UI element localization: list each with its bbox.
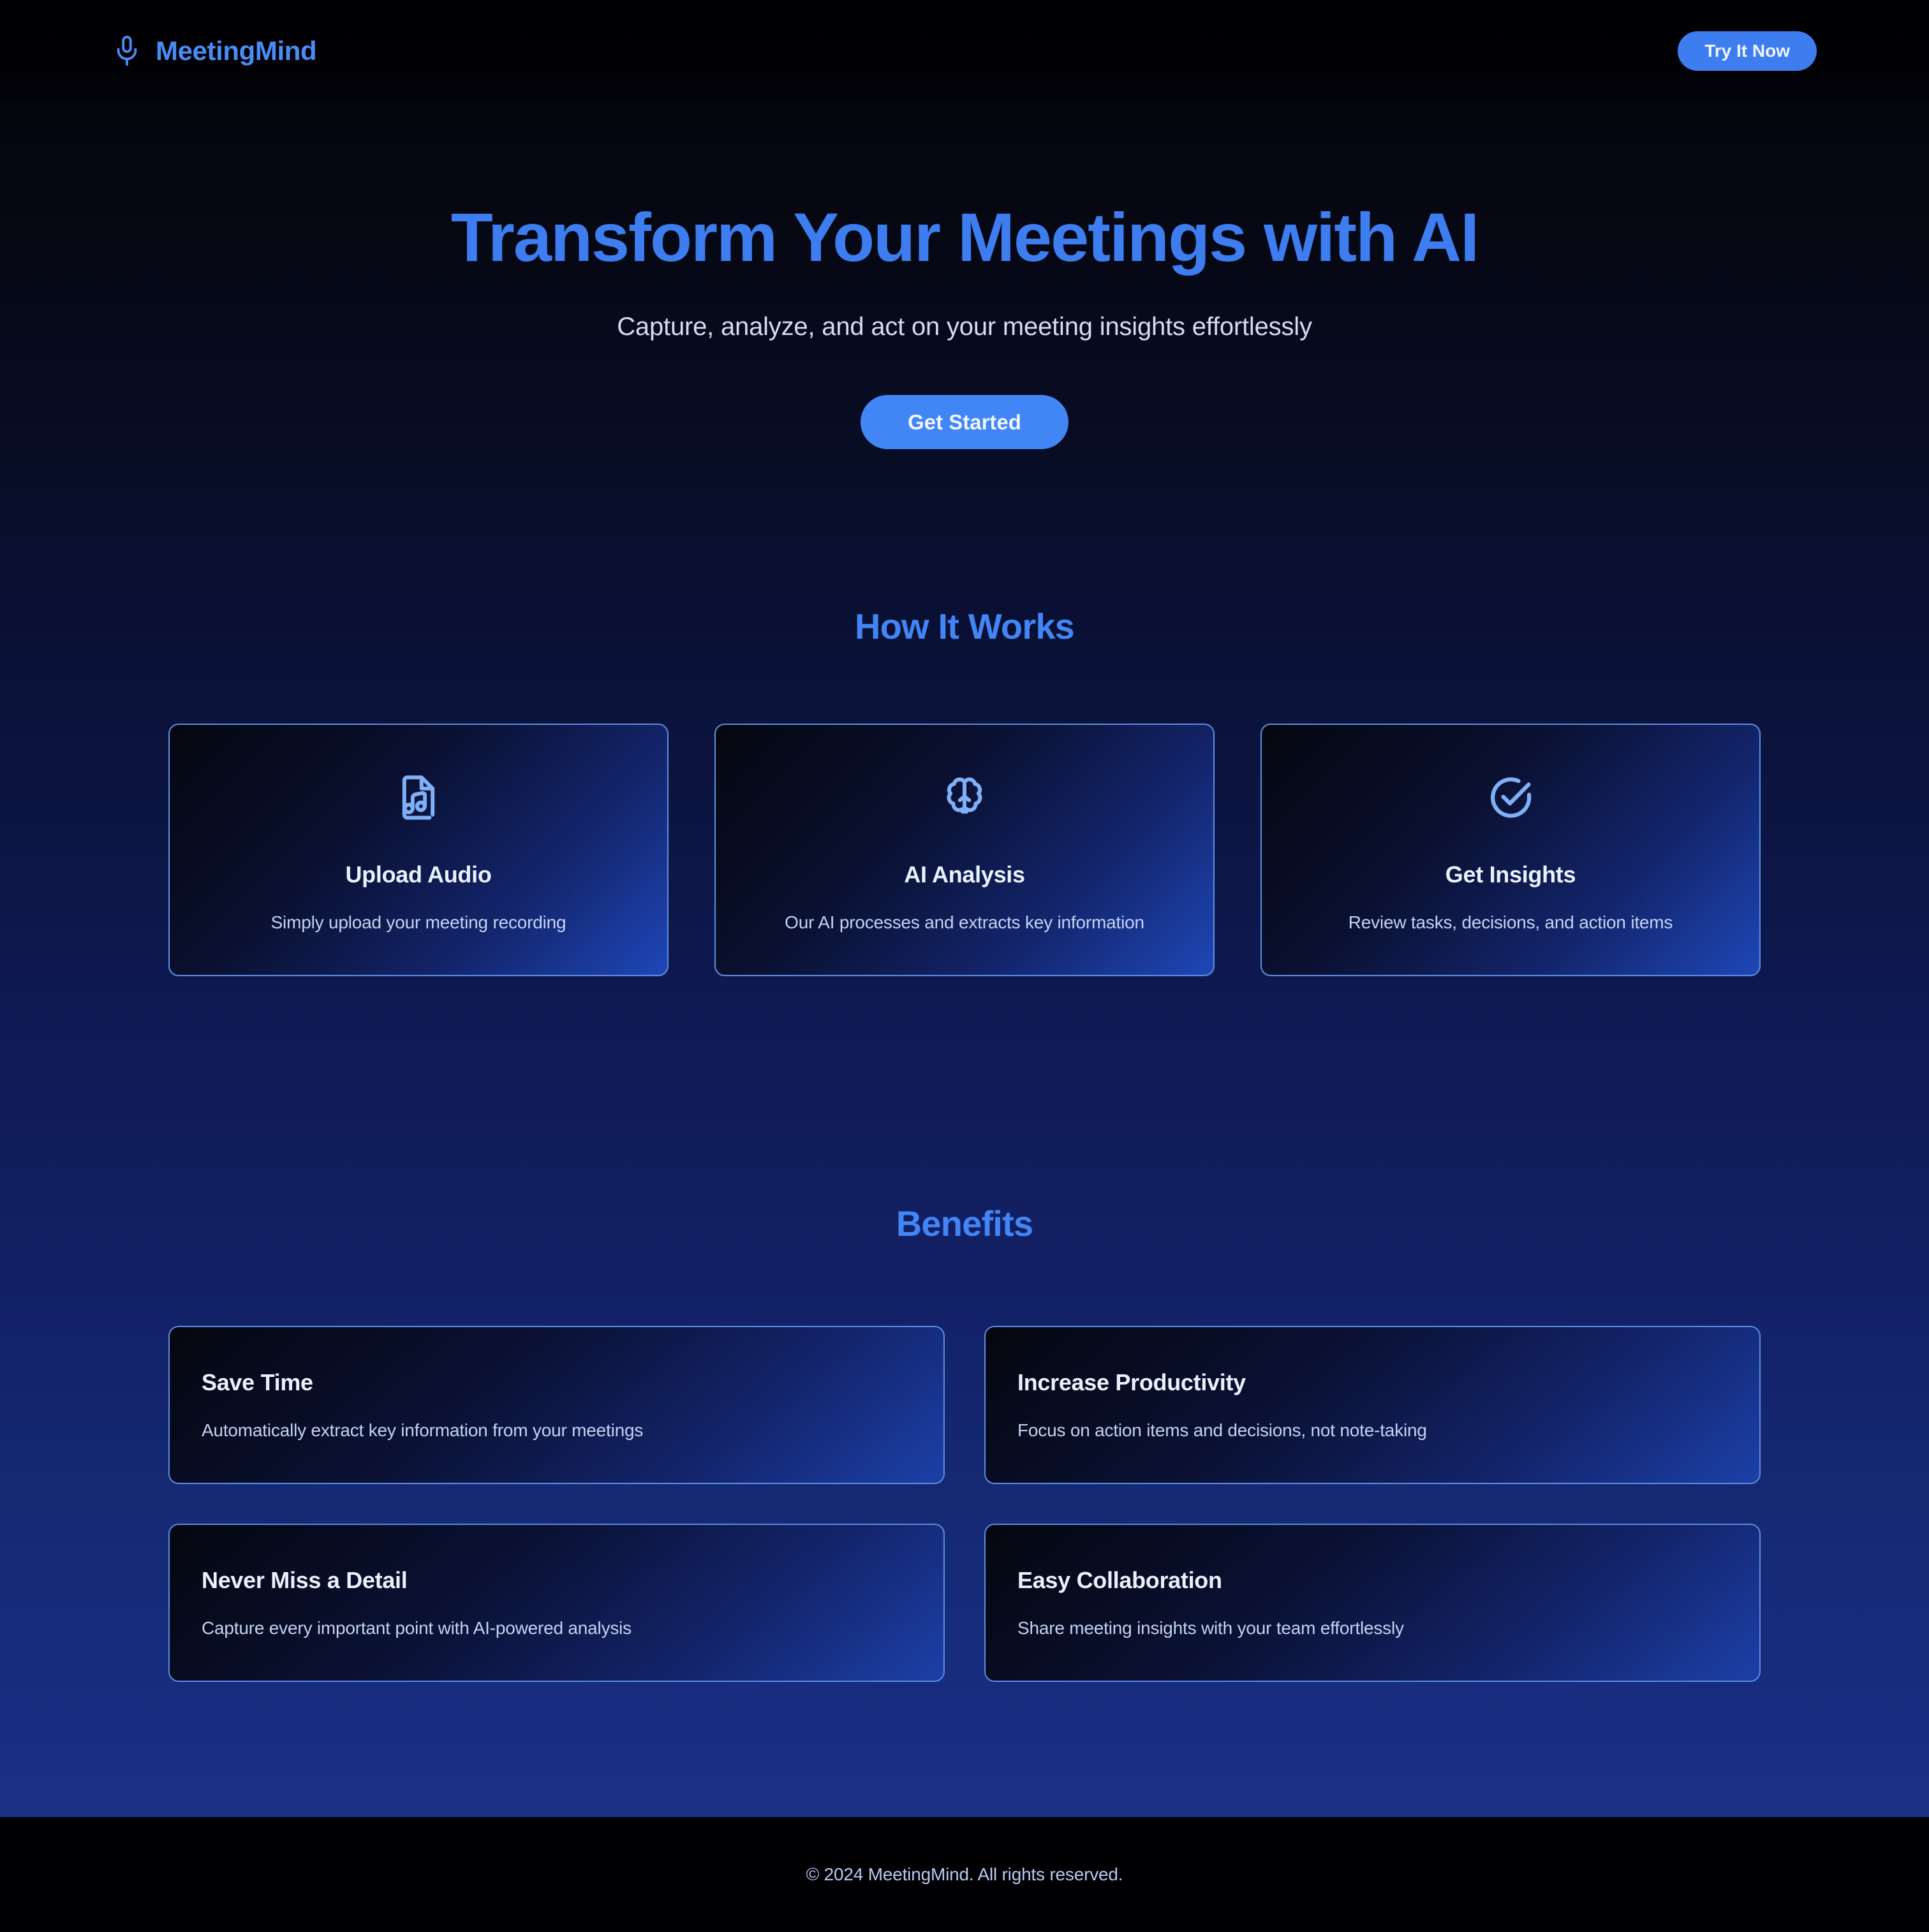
how-it-works-card-title: AI Analysis bbox=[904, 861, 1025, 888]
how-it-works-grid: Upload Audio Simply upload your meeting … bbox=[168, 724, 1761, 977]
how-it-works-title: How It Works bbox=[854, 606, 1075, 647]
landing-page: MeetingMind Try It Now Transform Your Me… bbox=[0, 0, 1929, 1932]
benefit-card-title: Increase Productivity bbox=[1017, 1369, 1246, 1396]
file-audio-icon bbox=[394, 773, 443, 822]
site-header: MeetingMind Try It Now bbox=[0, 0, 1929, 102]
benefit-card[interactable]: Increase Productivity Focus on action it… bbox=[984, 1326, 1761, 1485]
benefit-card[interactable]: Never Miss a Detail Capture every import… bbox=[168, 1524, 945, 1683]
benefit-card-desc: Share meeting insights with your team ef… bbox=[1017, 1618, 1404, 1638]
brand-logo[interactable]: MeetingMind bbox=[112, 35, 317, 67]
benefit-card-title: Easy Collaboration bbox=[1017, 1567, 1222, 1594]
benefit-card-desc: Automatically extract key information fr… bbox=[202, 1420, 644, 1441]
brand-name: MeetingMind bbox=[156, 36, 317, 66]
benefit-card-title: Save Time bbox=[202, 1369, 313, 1396]
how-it-works-card[interactable]: AI Analysis Our AI processes and extract… bbox=[714, 724, 1215, 977]
how-it-works-card[interactable]: Upload Audio Simply upload your meeting … bbox=[168, 724, 669, 977]
site-footer: © 2024 MeetingMind. All rights reserved. bbox=[0, 1817, 1929, 1932]
microphone-icon bbox=[112, 35, 142, 67]
hero-subtitle: Capture, analyze, and act on your meetin… bbox=[617, 313, 1312, 341]
benefit-card-desc: Focus on action items and decisions, not… bbox=[1017, 1420, 1427, 1441]
benefits-section: Benefits Save Time Automatically extract… bbox=[0, 1203, 1929, 1683]
footer-copyright: © 2024 MeetingMind. All rights reserved. bbox=[806, 1864, 1123, 1884]
hero-cta-container: Get Started bbox=[0, 395, 1929, 450]
how-it-works-card-desc: Simply upload your meeting recording bbox=[270, 912, 566, 933]
brain-icon bbox=[940, 773, 989, 822]
benefit-card-title: Never Miss a Detail bbox=[202, 1567, 408, 1594]
how-it-works-card-title: Upload Audio bbox=[345, 861, 492, 888]
layout-spacer bbox=[0, 1682, 1929, 1817]
benefits-grid: Save Time Automatically extract key info… bbox=[168, 1326, 1761, 1683]
how-it-works-card-desc: Review tasks, decisions, and action item… bbox=[1348, 912, 1673, 933]
how-it-works-card-desc: Our AI processes and extracts key inform… bbox=[785, 912, 1144, 933]
try-it-now-button[interactable]: Try It Now bbox=[1678, 31, 1817, 71]
hero-section: Transform Your Meetings with AI Capture,… bbox=[0, 102, 1929, 450]
circle-check-icon bbox=[1486, 773, 1535, 822]
benefit-card[interactable]: Easy Collaboration Share meeting insight… bbox=[984, 1524, 1761, 1683]
benefits-title: Benefits bbox=[896, 1203, 1033, 1244]
benefit-card-desc: Capture every important point with AI-po… bbox=[202, 1618, 632, 1638]
hero-title: Transform Your Meetings with AI bbox=[450, 198, 1479, 276]
how-it-works-card-title: Get Insights bbox=[1445, 861, 1576, 888]
get-started-button[interactable]: Get Started bbox=[861, 395, 1068, 450]
benefit-card[interactable]: Save Time Automatically extract key info… bbox=[168, 1326, 945, 1485]
how-it-works-card[interactable]: Get Insights Review tasks, decisions, an… bbox=[1260, 724, 1761, 977]
how-it-works-section: How It Works Upload Audio Simply upload … bbox=[0, 606, 1929, 977]
